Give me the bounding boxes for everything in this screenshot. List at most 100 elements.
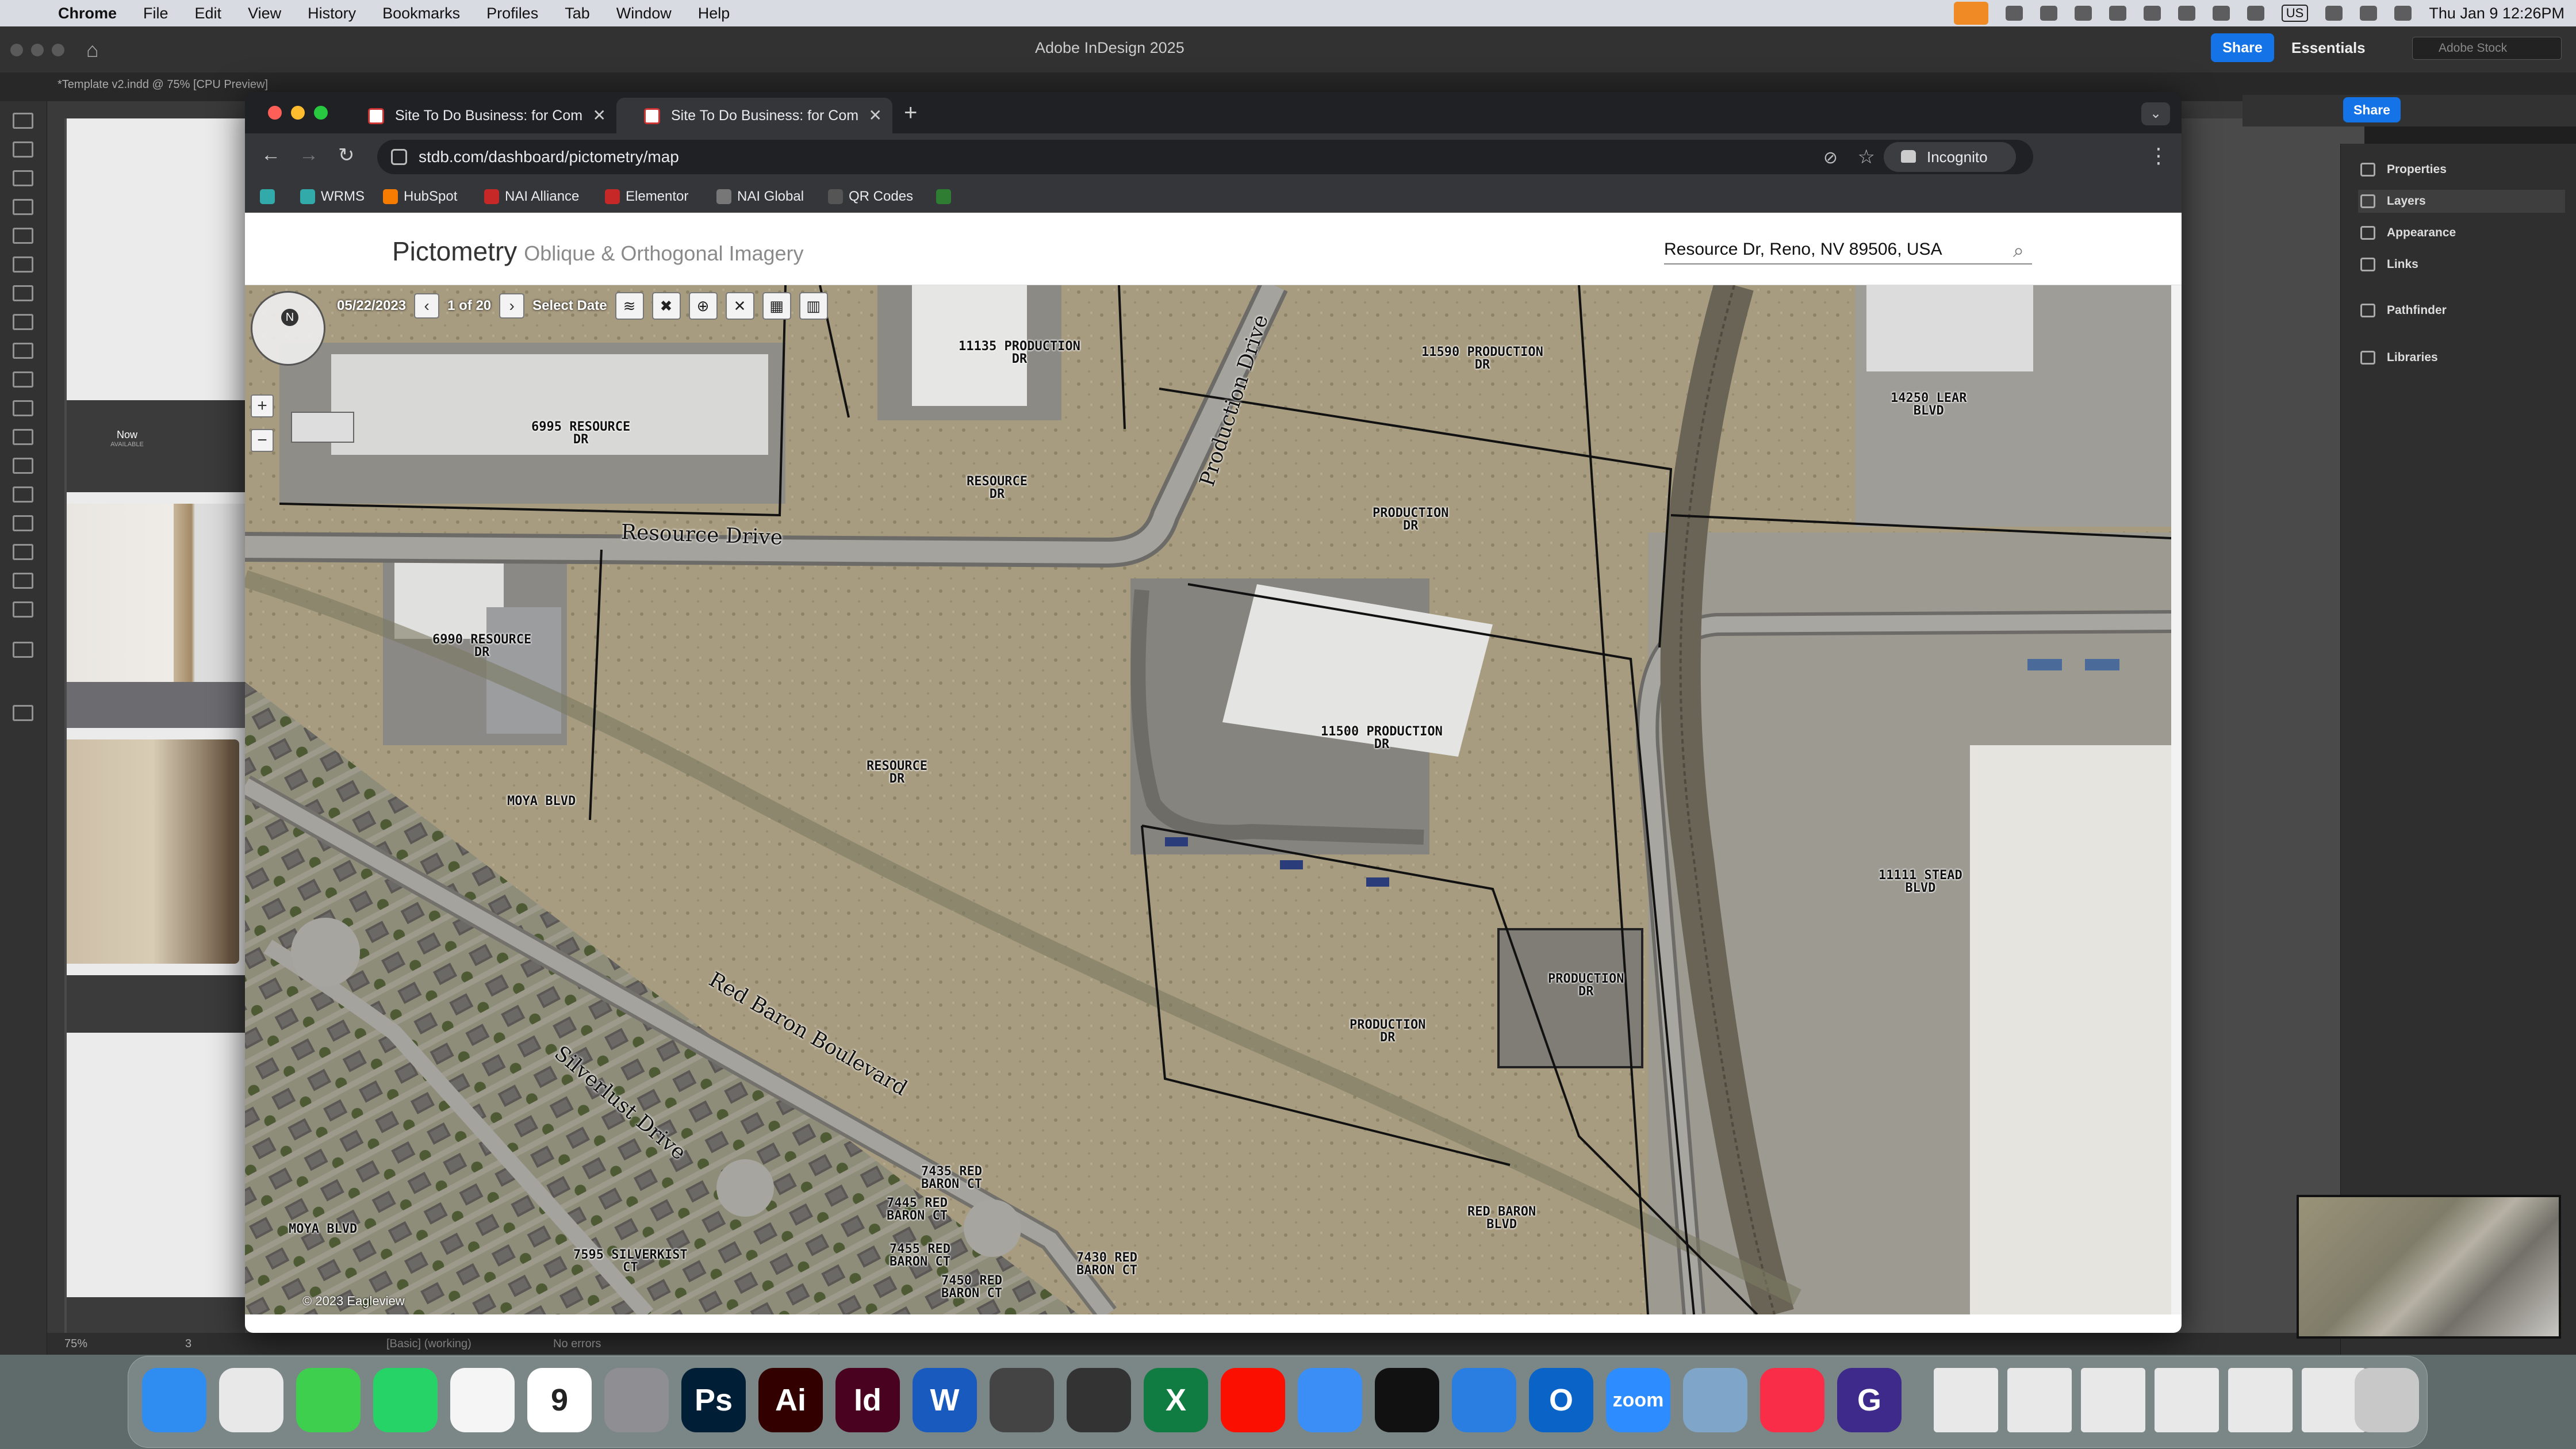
preflight-style[interactable]: [Basic] (working)	[386, 1337, 471, 1351]
minimized-window-2[interactable]	[2007, 1368, 2072, 1432]
outlook-icon[interactable]: O	[1529, 1368, 1593, 1432]
parcel-label[interactable]: MOYA BLVD	[289, 1223, 357, 1236]
aerial-map[interactable]: Resource Drive Production Drive Red Baro…	[245, 285, 2171, 1314]
tracking-protection-icon[interactable]: ⊘	[1823, 148, 1838, 168]
chrome-tab-1[interactable]: Site To Do Business: for Com ✕	[340, 98, 616, 133]
minimize-window-icon[interactable]	[291, 106, 305, 120]
address-bar[interactable]: stdb.com/dashboard/pictometry/map ⊘ ☆ In…	[377, 140, 2033, 174]
grammarly-icon[interactable]: G	[1837, 1368, 1902, 1432]
zoom-status-icon[interactable]	[2040, 6, 2057, 21]
new-tab-icon[interactable]: +	[904, 100, 917, 126]
page-number[interactable]: 3	[185, 1337, 191, 1351]
parcel-label[interactable]: 11135 PRODUCTION DR	[959, 340, 1080, 366]
acrobat-icon[interactable]	[1221, 1368, 1285, 1432]
close-window-icon[interactable]	[268, 106, 282, 120]
siri-icon[interactable]	[2394, 6, 2412, 21]
close-tab-icon[interactable]: ✕	[869, 98, 882, 133]
menu-help[interactable]: Help	[685, 5, 743, 22]
parcel-label[interactable]: 11590 PRODUCTION DR	[1421, 346, 1543, 371]
scissors-tool-icon[interactable]	[13, 429, 33, 445]
forward-icon[interactable]: →	[299, 144, 319, 166]
panel-layers[interactable]: Layers	[2358, 190, 2565, 213]
zoom-icon[interactable]: zoom	[1606, 1368, 1670, 1432]
wifi-icon[interactable]	[2247, 6, 2264, 21]
bookmark-nai-global[interactable]: NAI Global	[716, 187, 804, 206]
menu-edit[interactable]: Edit	[182, 5, 235, 22]
zoom-in-button[interactable]: +	[251, 394, 274, 417]
illustrator-icon[interactable]: Ai	[758, 1368, 823, 1432]
panel-pathfinder[interactable]: Pathfinder	[2358, 299, 2565, 322]
workspace-switcher[interactable]: Essentials	[2291, 39, 2366, 57]
site-info-icon[interactable]	[391, 149, 407, 165]
document-page[interactable]: Now AVAILABLE	[67, 118, 245, 1355]
parcel-label[interactable]: 14250 LEAR BLVD	[1891, 392, 1966, 417]
bookmark-qr-codes[interactable]: QR Codes	[828, 187, 913, 206]
page-scrollbar[interactable]	[2171, 285, 2182, 1314]
bookmark-wrms[interactable]: WRMS	[300, 187, 365, 206]
aerial-screenshot-thumbnail[interactable]	[2297, 1195, 2561, 1339]
parcel-label[interactable]: PRODUCTION DR	[1350, 1019, 1425, 1044]
calculator-icon[interactable]	[1067, 1368, 1131, 1432]
url-text[interactable]: stdb.com/dashboard/pictometry/map	[419, 148, 679, 166]
free-transform-tool-icon[interactable]	[13, 458, 33, 474]
bookmark-hubspot[interactable]: HubSpot	[383, 187, 457, 206]
grid-status-icon[interactable]	[2178, 6, 2195, 21]
pen-tool-icon[interactable]	[13, 314, 33, 330]
eyedropper-tool-icon[interactable]	[13, 544, 33, 560]
parcel-label[interactable]: RED BARON BLVD	[1467, 1206, 1536, 1231]
panel-libraries[interactable]: Libraries	[2358, 346, 2565, 369]
close-tab-icon[interactable]: ✕	[593, 98, 606, 133]
layers-tool-icon[interactable]: ≋	[615, 292, 644, 320]
bookmark-check[interactable]	[936, 187, 951, 206]
minimized-window-1[interactable]	[1934, 1368, 1998, 1432]
search-icon[interactable]: ⌕	[2013, 236, 2024, 266]
screen-mode-icon[interactable]	[13, 705, 33, 721]
minimized-window-4[interactable]	[2155, 1368, 2219, 1432]
gradient-tool-icon[interactable]	[13, 486, 33, 503]
panel-share-button[interactable]: Share	[2343, 97, 2401, 122]
parcel-label[interactable]: 7450 RED BARON CT	[941, 1275, 1002, 1300]
microphone-icon[interactable]	[1953, 2, 1988, 25]
back-icon[interactable]: ←	[261, 144, 281, 166]
menu-history[interactable]: History	[294, 5, 369, 22]
page-tool-icon[interactable]	[13, 170, 33, 186]
adobe-status-icon[interactable]	[2143, 6, 2161, 21]
content-collector-icon[interactable]	[13, 228, 33, 244]
figma-status-icon[interactable]	[2109, 6, 2126, 21]
select-date-dropdown[interactable]: Select Date	[532, 298, 607, 314]
compass-rotate-control[interactable]: N	[251, 291, 325, 366]
document-tab[interactable]: *Template v2.indd @ 75% [CPU Preview]	[57, 78, 268, 91]
zoom-tool-icon[interactable]	[13, 601, 33, 618]
rectangle-tool-icon[interactable]	[13, 400, 33, 416]
parcel-label[interactable]: 7445 RED BARON CT	[887, 1197, 948, 1222]
bookmark-nai-alliance[interactable]: NAI Alliance	[484, 187, 579, 206]
pencil-tool-icon[interactable]	[13, 343, 33, 359]
view-mode-thumbnails[interactable]	[291, 412, 354, 443]
indesign-icon[interactable]: Id	[835, 1368, 900, 1432]
maximize-window-icon[interactable]	[314, 106, 328, 120]
incognito-badge[interactable]: Incognito	[1884, 142, 2016, 172]
interior-photo-wall[interactable]	[67, 739, 239, 964]
close-dim-icon[interactable]	[10, 44, 23, 56]
parcel-label[interactable]: 7595 SILVERKIST CT	[573, 1249, 688, 1274]
parcel-label[interactable]: 7435 RED BARON CT	[921, 1166, 982, 1191]
preview-icon[interactable]	[1683, 1368, 1747, 1432]
menu-tab[interactable]: Tab	[551, 5, 603, 22]
pdf-export-icon[interactable]: ▦	[762, 292, 791, 320]
chrome-tab-2[interactable]: Site To Do Business: for Com ✕	[616, 98, 892, 133]
calendar-icon[interactable]: 9	[527, 1368, 592, 1432]
creative-cloud-icon[interactable]	[2074, 6, 2092, 21]
chrome-menu-icon[interactable]: ⋮	[2148, 144, 2169, 168]
keyboard-input-indicator[interactable]: US	[2281, 5, 2309, 22]
whatsapp-icon[interactable]	[373, 1368, 438, 1432]
menu-file[interactable]: File	[130, 5, 182, 22]
adobe-stock-search[interactable]: Adobe Stock	[2412, 37, 2562, 60]
screenshot-icon[interactable]	[990, 1368, 1054, 1432]
photoshop-icon[interactable]: Ps	[681, 1368, 746, 1432]
type-tool-icon[interactable]	[13, 256, 33, 273]
direct-selection-tool-icon[interactable]	[13, 141, 33, 158]
word-icon[interactable]: W	[913, 1368, 977, 1432]
parcel-label[interactable]: 6995 RESOURCE DR	[531, 421, 630, 446]
bookmark-apps[interactable]	[260, 187, 275, 206]
panel-properties[interactable]: Properties	[2358, 158, 2565, 181]
